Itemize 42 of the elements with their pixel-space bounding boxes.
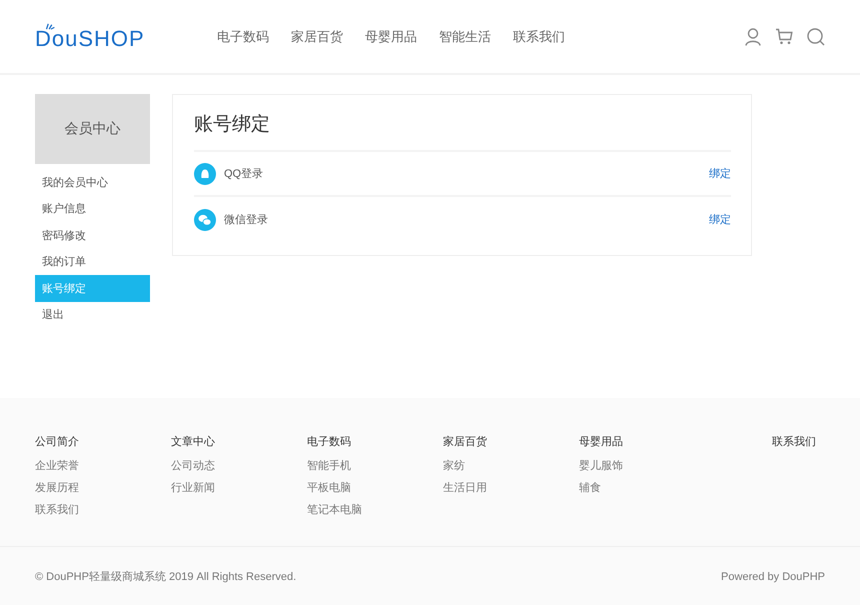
user-icon[interactable] bbox=[745, 28, 761, 46]
footer-link[interactable]: 智能手机 bbox=[307, 458, 443, 473]
binding-label: 微信登录 bbox=[224, 213, 269, 227]
footer-link[interactable]: 婴儿服饰 bbox=[579, 458, 715, 473]
footer-link[interactable]: 公司动态 bbox=[171, 458, 307, 473]
sidebar-item[interactable]: 我的会员中心 bbox=[35, 169, 150, 196]
footer-link[interactable]: 企业荣誉 bbox=[35, 458, 171, 473]
footer-link[interactable]: 家纺 bbox=[443, 458, 579, 473]
sidebar-item[interactable]: 退出 bbox=[35, 302, 150, 328]
sidebar-item[interactable]: 我的订单 bbox=[35, 248, 150, 275]
bind-link[interactable]: 绑定 bbox=[709, 166, 731, 181]
sidebar-item[interactable]: 密码修改 bbox=[35, 222, 150, 248]
footer-link[interactable]: 生活日用 bbox=[443, 480, 579, 495]
logo[interactable]: DouSHOP bbox=[35, 23, 145, 50]
chat-bubbles-icon bbox=[194, 208, 216, 230]
sidebar-title: 会员中心 bbox=[35, 94, 150, 164]
footer-link[interactable]: 联系我们 bbox=[35, 502, 171, 517]
cart-icon[interactable] bbox=[775, 28, 793, 45]
binding-label: QQ登录 bbox=[224, 167, 264, 181]
footer-link[interactable]: 发展历程 bbox=[35, 480, 171, 495]
sidebar-item[interactable]: 账户信息 bbox=[35, 196, 150, 222]
copyright-text: © DouPHP轻量级商城系统 2019 All Rights Reserved. bbox=[35, 570, 296, 584]
nav-link[interactable]: 联系我们 bbox=[513, 28, 587, 46]
card-title: 账号绑定 bbox=[194, 95, 731, 152]
nav-link[interactable]: 电子数码 bbox=[217, 28, 291, 46]
footer-link[interactable]: 辅食 bbox=[579, 480, 715, 495]
rays-icon bbox=[45, 23, 55, 30]
search-icon[interactable] bbox=[807, 28, 825, 46]
footer-heading: 文章中心 bbox=[171, 434, 216, 449]
bind-link[interactable]: 绑定 bbox=[709, 212, 731, 227]
footer-link[interactable]: 平板电脑 bbox=[307, 480, 443, 495]
footer-heading: 母婴用品 bbox=[579, 435, 624, 449]
footer-heading: 公司简介 bbox=[35, 435, 80, 449]
nav-link[interactable]: 家居百货 bbox=[291, 28, 365, 46]
nav-link[interactable]: 智能生活 bbox=[439, 28, 513, 46]
footer-heading[interactable]: 联系我们 bbox=[772, 434, 816, 448]
nav-link[interactable]: 母婴用品 bbox=[365, 28, 439, 46]
powered-by-text: Powered by DouPHP bbox=[721, 571, 825, 583]
footer-heading: 家居百货 bbox=[443, 434, 488, 449]
footer-link[interactable]: 笔记本电脑 bbox=[307, 502, 443, 517]
footer-link[interactable]: 行业新闻 bbox=[171, 480, 307, 495]
footer-heading: 电子数码 bbox=[307, 435, 352, 449]
